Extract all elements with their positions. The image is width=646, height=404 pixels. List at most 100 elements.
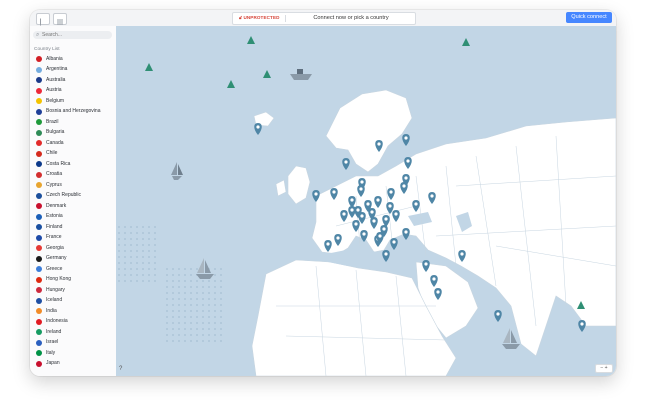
lock-icon: 🔓︎ [239,15,243,20]
country-item[interactable]: Japan [30,359,116,370]
status-divider [285,15,286,22]
country-name: Australia [46,76,66,83]
world-map[interactable]: − + [116,26,616,376]
app-window: 🔓︎ UNPROTECTED Connect now or pick a cou… [30,10,616,376]
country-item[interactable]: Bulgaria [30,128,116,139]
country-list: Albania Argentina Australia Austria Belgium B… [30,54,116,369]
country-item[interactable]: Austria [30,86,116,97]
country-name: France [46,234,62,240]
country-item[interactable]: Iceland [30,296,116,307]
country-item[interactable]: Hungary [30,285,116,296]
flag-icon [36,140,42,146]
title-bar: 🔓︎ UNPROTECTED Connect now or pick a cou… [30,10,616,27]
country-item[interactable]: India [30,306,116,317]
country-item[interactable]: Czech Republic [30,191,116,202]
country-item[interactable]: Ireland [30,327,116,338]
country-item[interactable]: Georgia [30,243,116,254]
flag-icon [36,350,42,356]
country-name: Croatia [46,171,63,177]
quick-connect-button[interactable]: Quick connect [566,12,612,23]
country-name: Hungary [46,286,65,293]
country-item[interactable]: Bosnia and Herzegovina [30,107,116,118]
zoom-control[interactable]: − + [595,364,613,373]
connection-status-bar[interactable]: 🔓︎ UNPROTECTED Connect now or pick a cou… [232,12,416,25]
protection-status: 🔓︎ UNPROTECTED [239,15,280,20]
country-item[interactable]: France [30,233,116,244]
sailboat-icon [171,162,183,180]
flag-icon [36,108,42,115]
server-pin-icon[interactable] [494,310,502,322]
server-pin-icon[interactable] [254,123,262,135]
country-name: Canada [46,139,64,146]
country-item[interactable]: Croatia [30,170,116,181]
flag-icon [36,266,42,272]
flag-icon [36,203,42,209]
ship-icon [290,69,312,80]
flag-icon [36,171,42,178]
country-name: Estonia [46,213,63,219]
flag-icon [36,224,42,230]
flag-icon [36,119,42,125]
map-canvas [116,36,616,376]
country-item[interactable]: Argentina [30,65,116,76]
flag-icon [36,56,42,62]
flag-icon [36,213,42,220]
country-item[interactable]: Greece [30,264,116,275]
country-item[interactable]: Hong Kong [30,275,116,286]
help-icon[interactable]: ? [119,366,122,372]
flag-icon [36,276,42,283]
country-name: Costa Rica [46,160,71,167]
flag-icon [36,329,42,335]
search-input[interactable] [42,31,108,39]
country-name: Albania [46,55,63,62]
country-name: Georgia [46,244,64,251]
sailboat-icon [502,328,520,349]
country-name: Ireland [46,328,62,335]
flag-icon [36,255,42,262]
menu-icon[interactable] [53,13,67,25]
search-icon: ⌕ [36,32,40,38]
country-item[interactable]: Brazil [30,117,116,128]
flag-icon [36,245,42,251]
country-item[interactable]: Albania [30,54,116,65]
landmass-ireland [275,179,287,197]
connect-prompt: Connect now or pick a country [313,14,389,21]
flag-icon [36,87,42,94]
country-name: Finland [46,223,63,230]
country-name: Italy [46,349,56,356]
country-item[interactable]: Belgium [30,96,116,107]
flag-icon [36,287,42,293]
country-name: Hong Kong [46,276,72,282]
country-item[interactable]: Australia [30,75,116,86]
country-item[interactable]: Costa Rica [30,159,116,170]
country-item[interactable]: Italy [30,348,116,359]
country-item[interactable]: Canada [30,138,116,149]
country-item[interactable]: Cyprus [30,180,116,191]
flag-icon [36,192,42,199]
ocean-dots [116,226,156,286]
search-box[interactable]: ⌕ [33,31,112,39]
country-item[interactable]: Germany [30,254,116,265]
server-pin-icon[interactable] [402,134,410,146]
country-name: Cyprus [46,181,62,188]
server-pin-icon[interactable] [342,158,350,170]
server-pin-icon[interactable] [578,320,586,332]
country-item[interactable]: Estonia [30,212,116,223]
ocean-dots [166,266,226,346]
landmass-scandinavia [325,89,413,173]
country-name: Belgium [46,97,65,104]
country-name: Brazil [46,118,59,125]
country-item[interactable]: Finland [30,222,116,233]
server-pin-icon[interactable] [402,228,410,240]
server-pin-icon[interactable] [390,238,398,250]
country-name: Iceland [46,297,63,303]
country-list-title: Country List [34,47,60,52]
country-item[interactable]: Chile [30,149,116,160]
sidebar-toggle-icon[interactable] [36,13,50,26]
flag-icon [36,182,42,188]
country-name: Argentina [46,66,68,72]
flag-icon [36,234,42,241]
country-item[interactable]: Israel [30,338,116,349]
country-item[interactable]: Indonesia [30,317,116,328]
country-item[interactable]: Denmark [30,201,116,212]
